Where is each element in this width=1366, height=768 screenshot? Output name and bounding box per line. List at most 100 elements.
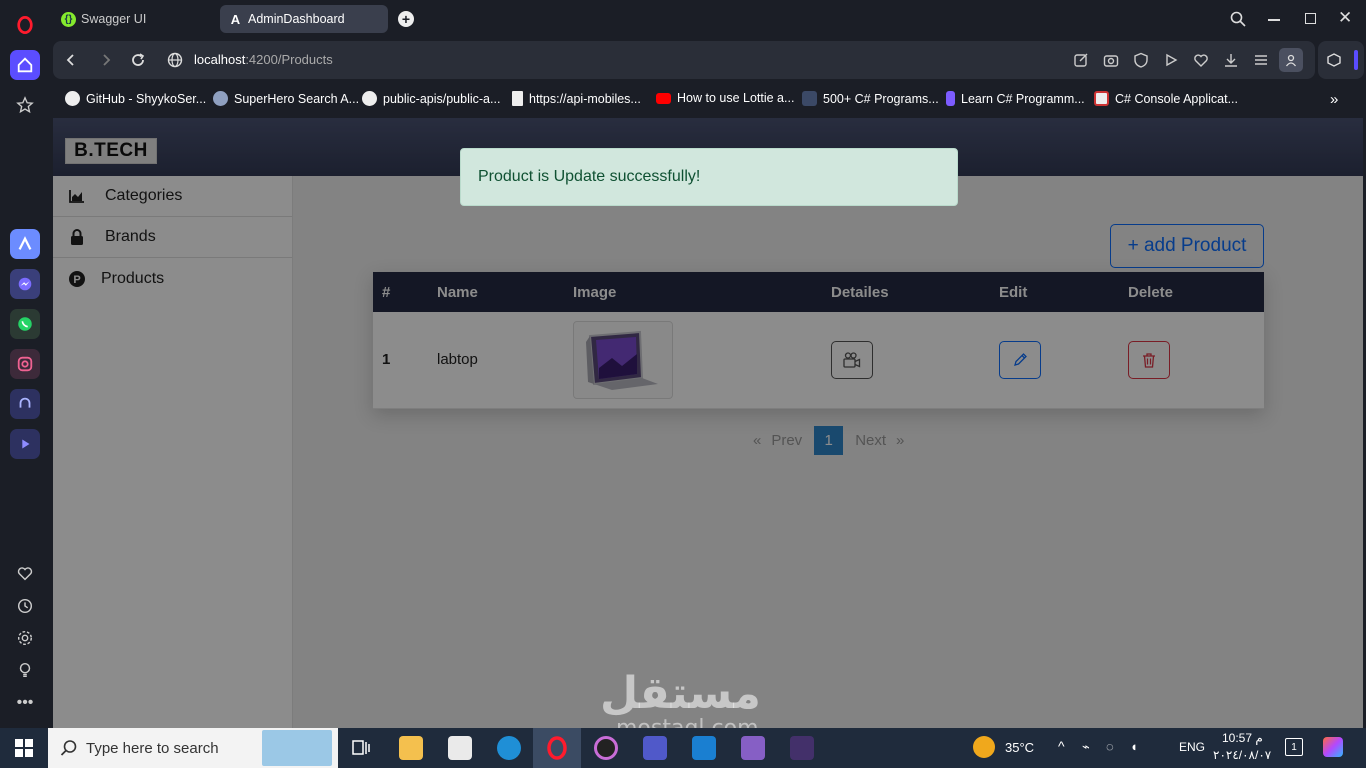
bookmark-csharp-programs[interactable]: 500+ C# Programs... [802, 91, 939, 106]
tab-admin-dashboard[interactable]: A AdminDashboard [220, 5, 388, 33]
bookmark-public-apis[interactable]: public-apis/public-a... [362, 91, 500, 106]
star-icon[interactable] [10, 90, 40, 120]
success-toast[interactable]: Product is Update successfully! [460, 148, 958, 206]
bookmark-api-mobiles[interactable]: https://api-mobiles... [512, 91, 641, 106]
forward-icon[interactable] [98, 52, 114, 68]
search-icon [60, 740, 77, 756]
tray-expand-icon[interactable]: ^ [1058, 738, 1065, 754]
weather-icon[interactable] [973, 736, 995, 758]
extensions-area [1318, 41, 1364, 79]
opera-taskbar-button[interactable] [533, 728, 581, 768]
aria-icon[interactable] [10, 229, 40, 259]
share-icon[interactable] [1073, 52, 1089, 68]
favorite-icon[interactable] [1193, 52, 1209, 68]
windows-start-icon[interactable] [15, 739, 33, 762]
language-indicator[interactable]: ENG [1179, 740, 1205, 754]
clock-time[interactable]: 10:57 م [1222, 731, 1263, 745]
wifi-icon[interactable]: ◌ [1106, 739, 1114, 754]
chrome-dev-icon[interactable] [594, 736, 618, 760]
download-icon[interactable] [1223, 52, 1239, 68]
bookmark-learn-csharp[interactable]: Learn C# Programm... [946, 91, 1085, 106]
sidebar-toggle[interactable] [1354, 50, 1358, 70]
visual-studio-icon[interactable] [741, 736, 765, 760]
settings-icon[interactable] [10, 623, 40, 653]
home-icon[interactable] [10, 50, 40, 80]
camera-icon[interactable] [1103, 52, 1119, 68]
search-placeholder: Type here to search [86, 739, 219, 757]
player-icon[interactable] [10, 429, 40, 459]
console-icon [1094, 91, 1109, 106]
more-icon[interactable]: ••• [10, 688, 40, 718]
bookmark-lottie[interactable]: How to use Lottie a... [656, 91, 794, 105]
tab-bar: {} Swagger UI A AdminDashboard + ✕ [50, 0, 1366, 38]
taskbar-search[interactable]: Type here to search [48, 728, 338, 768]
profile-icon[interactable] [1279, 48, 1303, 72]
easy-setup-icon[interactable] [1253, 52, 1269, 68]
store-icon[interactable] [448, 736, 472, 760]
learn-icon [946, 91, 955, 106]
bookmark-label: SuperHero Search A... [234, 91, 360, 106]
back-icon[interactable] [63, 52, 79, 68]
minimize-icon[interactable] [1268, 19, 1280, 21]
bookmarks-bar: GitHub - ShyykoSer... SuperHero Search A… [53, 82, 1363, 116]
reload-icon[interactable] [130, 52, 146, 68]
opera-sidebar: ••• [0, 0, 50, 728]
page-viewport: B.TECH Categories Brands P Products + ad… [53, 118, 1363, 728]
play-icon[interactable] [1163, 52, 1179, 68]
volume-icon[interactable]: ◖ [1130, 739, 1138, 754]
bookmark-label: 500+ C# Programs... [823, 91, 939, 106]
opera-logo-icon[interactable] [10, 10, 40, 40]
bookmark-label: GitHub - ShyykoSer... [86, 91, 207, 106]
messenger-icon[interactable] [10, 269, 40, 299]
angular-icon: A [230, 11, 241, 27]
github-icon [362, 91, 377, 106]
tab-label: Swagger UI [81, 12, 147, 26]
restore-icon[interactable] [1305, 13, 1316, 24]
network-icon[interactable]: ⌁ [1082, 739, 1090, 755]
adblock-icon[interactable] [1133, 52, 1149, 68]
lightbulb-icon[interactable] [10, 655, 40, 685]
music-icon[interactable] [10, 389, 40, 419]
search-tabs-icon[interactable] [1230, 11, 1246, 32]
csharp-icon [802, 91, 817, 106]
bookmark-superhero[interactable]: SuperHero Search A... [213, 91, 359, 106]
copilot-icon[interactable] [1323, 737, 1343, 757]
tab-swagger[interactable]: {} Swagger UI [53, 5, 213, 33]
address-bar: localhost:4200/Products [53, 41, 1315, 79]
vscode-icon[interactable] [692, 736, 716, 760]
bookmark-github-shyyko[interactable]: GitHub - ShyykoSer... [65, 91, 206, 106]
whatsapp-icon[interactable] [10, 309, 40, 339]
notification-icon[interactable]: 1 [1285, 738, 1303, 756]
extensions-icon[interactable] [1326, 52, 1342, 68]
edge-icon[interactable] [497, 736, 521, 760]
heart-icon[interactable] [10, 559, 40, 589]
clock-date[interactable]: ٢٠٢٤/٠٨/٠٧ [1213, 748, 1271, 762]
search-highlight-image [262, 730, 332, 766]
bookmarks-more-icon[interactable]: » [1330, 91, 1338, 108]
history-icon[interactable] [10, 591, 40, 621]
url-field[interactable]: localhost:4200/Products [194, 52, 333, 67]
new-tab-button[interactable]: + [398, 11, 414, 27]
instagram-icon[interactable] [10, 349, 40, 379]
globe-icon [167, 52, 183, 68]
bookmark-label: How to use Lottie a... [677, 91, 795, 105]
bookmark-console-app[interactable]: C# Console Applicat... [1094, 91, 1238, 106]
file-explorer-icon[interactable] [399, 736, 423, 760]
tab-label: AdminDashboard [248, 12, 345, 26]
swagger-icon: {} [61, 11, 76, 27]
bookmark-label: Learn C# Programm... [961, 91, 1085, 106]
watermark-latin: mostaql.com [616, 716, 759, 728]
weather-temp[interactable]: 35°C [1005, 740, 1034, 755]
watermark-arabic: مستقل [600, 668, 761, 719]
terminal-icon[interactable] [790, 736, 814, 760]
windows-taskbar: Type here to search 35°C ^ ⌁ ◌ ◖ ENG 10:… [0, 728, 1366, 768]
modal-backdrop[interactable] [53, 118, 1363, 728]
close-icon[interactable]: ✕ [1338, 8, 1352, 28]
url-path: :4200/Products [245, 52, 333, 67]
bookmark-label: public-apis/public-a... [383, 91, 501, 106]
task-view-icon[interactable] [349, 736, 373, 760]
teams-icon[interactable] [643, 736, 667, 760]
bookmark-label: C# Console Applicat... [1115, 91, 1238, 106]
document-icon [512, 91, 523, 106]
superhero-icon [213, 91, 228, 106]
